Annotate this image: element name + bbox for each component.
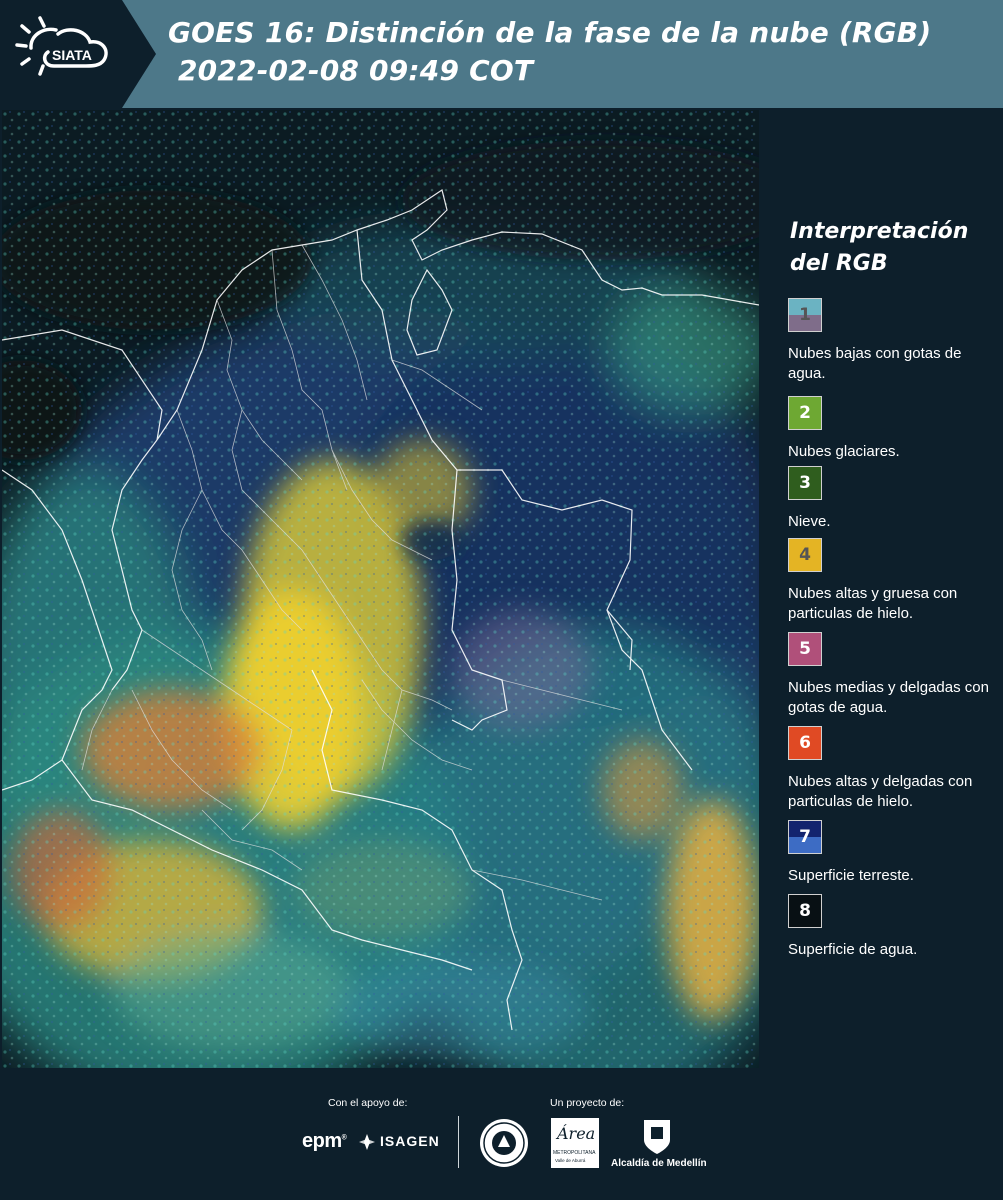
isagen-logo-text: ISAGEN — [380, 1133, 440, 1149]
legend-number: 1 — [799, 305, 811, 325]
legend-swatch: 2 — [788, 396, 822, 430]
page-title: GOES 16: Distinción de la fase de la nub… — [168, 16, 932, 49]
legend-panel: Interpretación del RGB 1 Nubes bajas con… — [762, 108, 1003, 1070]
legend-number: 6 — [799, 733, 811, 753]
legend-number: 5 — [799, 639, 811, 659]
legend-swatch: 6 — [788, 726, 822, 760]
support-label: Con el apoyo de: — [328, 1097, 408, 1109]
area-logo-sub: METROPOLITANA — [553, 1150, 596, 1156]
area-logo-sub2: Valle de Aburrá — [555, 1158, 586, 1163]
alcaldia-logo-text: Alcaldía de Medellín — [611, 1158, 707, 1169]
legend-label: Nubes altas y gruesa con particulas de h… — [788, 585, 958, 622]
legend-swatch: 7 — [788, 820, 822, 854]
legend-label: Superficie de agua. — [788, 941, 918, 958]
legend-swatch: 1 — [788, 298, 822, 332]
legend-number: 2 — [799, 403, 811, 423]
legend-number: 3 — [799, 473, 811, 493]
area-logo-text: Área — [557, 1124, 596, 1143]
legend-label: Superficie terreste. — [788, 867, 914, 884]
area-metropolitana-logo: Área METROPOLITANA Valle de Aburrá — [551, 1118, 599, 1168]
legend-swatch: 5 — [788, 632, 822, 666]
epm-logo-text: epm — [302, 1130, 342, 1152]
alcaldia-shield-icon — [642, 1118, 672, 1160]
page-timestamp: 2022-02-08 09:49 COT — [178, 54, 534, 87]
isagen-mark-icon — [359, 1134, 375, 1150]
legend-label: Nubes bajas con gotas de agua. — [788, 345, 962, 382]
legend-swatch: 3 — [788, 466, 822, 500]
legend-swatch: 4 — [788, 538, 822, 572]
legend-label: Nieve. — [788, 513, 831, 530]
project-label: Un proyecto de: — [550, 1097, 625, 1109]
siata-logo: SIATA — [0, 0, 158, 108]
header-banner: SIATA GOES 16: Distinción de la fase de … — [0, 0, 1003, 108]
metropolitan-seal-icon — [478, 1117, 530, 1173]
satellite-map — [2, 110, 759, 1068]
legend-label: Nubes medias y delgadas con gotas de agu… — [788, 679, 989, 716]
isagen-logo — [358, 1133, 376, 1155]
legend-title-line2: del RGB — [790, 251, 888, 276]
siata-logo-text: SIATA — [52, 47, 92, 63]
legend-label: Nubes glaciares. — [788, 443, 900, 460]
legend-title: Interpretación del RGB — [790, 216, 990, 280]
legend-title-line1: Interpretación — [790, 219, 969, 244]
legend-label: Nubes altas y delgadas con particulas de… — [788, 773, 973, 810]
legend-number: 8 — [799, 901, 811, 921]
legend-number: 7 — [799, 827, 811, 847]
footer-divider — [458, 1116, 459, 1168]
epm-logo: epm® — [302, 1130, 347, 1152]
legend-swatch: 8 — [788, 894, 822, 928]
legend-number: 4 — [799, 545, 811, 565]
